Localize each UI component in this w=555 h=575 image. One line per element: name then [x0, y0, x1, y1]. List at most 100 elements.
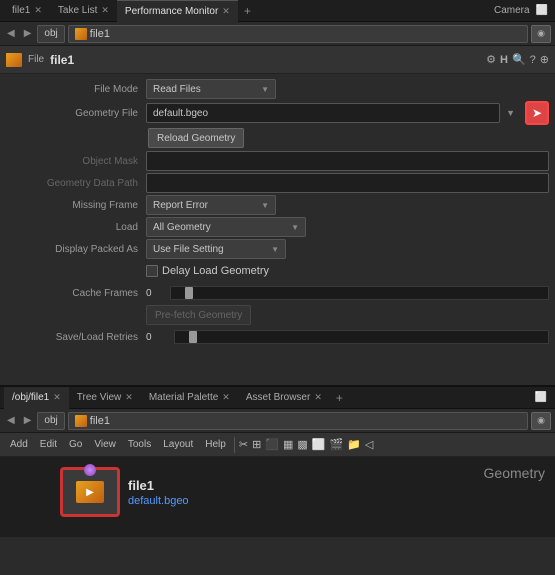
save-load-retries-slider[interactable] [174, 330, 549, 344]
file-mode-dropdown-arrow: ▼ [261, 85, 269, 94]
bottom-nav-obj-button[interactable]: obj [37, 412, 64, 430]
delay-load-control: Delay Load Geometry [146, 265, 549, 277]
geometry-file-dropdown-arrow[interactable]: ▼ [504, 108, 517, 118]
save-load-retries-value: 0 [146, 332, 166, 343]
toolbar-view2-icon[interactable]: ⬛ [265, 438, 279, 451]
add-bottom-tab-button[interactable]: + [330, 391, 349, 405]
toolbar-folder-icon[interactable]: 📁 [347, 438, 361, 451]
file-mode-label: File Mode [6, 84, 146, 95]
cache-frames-thumb [185, 287, 193, 299]
object-mask-label: Object Mask [6, 156, 146, 167]
display-packed-as-control: Use File Setting ▼ [146, 239, 549, 259]
tab-file1[interactable]: file1 ✕ [4, 0, 50, 22]
save-load-retries-row: Save/Load Retries 0 [0, 326, 555, 348]
display-packed-as-row: Display Packed As Use File Setting ▼ [0, 238, 555, 260]
header-file-icon [6, 53, 22, 67]
prefetch-control: Pre-fetch Geometry [146, 305, 549, 325]
toolbar-view[interactable]: View [90, 438, 120, 451]
toolbar-view5-icon[interactable]: ⬜ [312, 438, 326, 451]
nav-pin-button[interactable]: ◉ [531, 25, 551, 43]
question-icon[interactable]: ? [530, 54, 536, 66]
node-info: file1 default.bgeo [128, 478, 189, 507]
gear-icon[interactable]: ⚙ [486, 53, 496, 66]
bottom-nav-back[interactable]: ◀ [4, 414, 18, 427]
nav-right-icons: ◉ [531, 25, 551, 43]
bottom-nav-bar: ◀ ▶ obj file1 ◉ [0, 409, 555, 433]
bottom-toolbar: Add Edit Go View Tools Layout Help ✂ ⊞ ⬛… [0, 433, 555, 457]
bottom-nav-pin[interactable]: ◉ [531, 412, 551, 430]
plus-circle-icon[interactable]: ⊕ [540, 53, 549, 66]
cache-frames-control: 0 [146, 286, 549, 300]
display-packed-as-label: Display Packed As [6, 244, 146, 255]
load-control: All Geometry ▼ [146, 217, 549, 237]
header-icons: ⚙ H 🔍 ? ⊕ [486, 53, 549, 66]
geometry-data-path-input[interactable] [146, 173, 549, 193]
save-load-retries-control: 0 [146, 330, 549, 344]
toolbar-more-icon[interactable]: ◁ [365, 438, 373, 451]
tab-take-list[interactable]: Take List ✕ [50, 0, 117, 22]
top-tab-bar: file1 ✕ Take List ✕ Performance Monitor … [0, 0, 555, 22]
bottom-tabs-layout-icon[interactable]: ⬜ [531, 392, 551, 403]
tab-close-file1[interactable]: ✕ [34, 5, 42, 16]
tab-close-take-list[interactable]: ✕ [101, 5, 109, 16]
toolbar-snap-icon[interactable]: ✂ [239, 438, 248, 451]
delay-load-checkbox[interactable] [146, 265, 158, 277]
geometry-file-input[interactable]: default.bgeo [146, 103, 500, 123]
geometry-file-label: Geometry File [6, 108, 146, 119]
toolbar-help[interactable]: Help [201, 438, 230, 451]
save-load-retries-thumb [189, 331, 197, 343]
search-icon[interactable]: 🔍 [512, 53, 526, 66]
toolbar-view4-icon[interactable]: ▩ [297, 438, 307, 451]
tab-obj-file1[interactable]: /obj/file1 ✕ [4, 387, 69, 409]
tab-performance-monitor[interactable]: Performance Monitor ✕ [117, 0, 238, 22]
bottom-nav-forward[interactable]: ▶ [21, 414, 35, 427]
toolbar-layout[interactable]: Layout [159, 438, 197, 451]
header-bar: File file1 ⚙ H 🔍 ? ⊕ [0, 46, 555, 74]
toolbar-render-icon[interactable]: 🎬 [330, 438, 344, 451]
header-title: file1 [50, 53, 74, 67]
display-packed-as-dropdown[interactable]: Use File Setting ▼ [146, 239, 286, 259]
layout-icon[interactable]: ⬜ [533, 4, 551, 17]
tab-material-palette[interactable]: Material Palette ✕ [141, 387, 238, 409]
file-mode-dropdown[interactable]: Read Files ▼ [146, 79, 276, 99]
object-mask-input[interactable] [146, 151, 549, 171]
toolbar-add[interactable]: Add [6, 438, 32, 451]
file-mode-row: File Mode Read Files ▼ [0, 78, 555, 100]
missing-frame-label: Missing Frame [6, 200, 146, 211]
file-node-icon [75, 28, 87, 40]
bottom-tab1-close[interactable]: ✕ [125, 392, 133, 403]
jump-to-node-button[interactable]: ➤ [525, 101, 549, 125]
bottom-tab3-close[interactable]: ✕ [314, 392, 322, 403]
toolbar-go[interactable]: Go [65, 438, 86, 451]
reload-geometry-button[interactable]: Reload Geometry [148, 128, 244, 148]
nav-forward-button[interactable]: ▶ [21, 27, 35, 40]
tab-tree-view[interactable]: Tree View ✕ [69, 387, 141, 409]
cache-frames-slider[interactable] [170, 286, 549, 300]
node-icon-container[interactable]: ▶ [60, 467, 120, 517]
geometry-label: Geometry [474, 457, 555, 489]
geometry-data-path-label: Geometry Data Path [6, 178, 146, 189]
cache-frames-label: Cache Frames [6, 288, 146, 299]
bottom-tab0-close[interactable]: ✕ [53, 392, 61, 403]
nav-file1-button[interactable]: file1 [68, 25, 528, 43]
tab-asset-browser[interactable]: Asset Browser ✕ [238, 387, 330, 409]
load-dropdown[interactable]: All Geometry ▼ [146, 217, 306, 237]
missing-frame-dropdown[interactable]: Report Error ▼ [146, 195, 276, 215]
nav-back-button[interactable]: ◀ [4, 27, 18, 40]
prefetch-row: Pre-fetch Geometry [0, 304, 555, 326]
toolbar-edit[interactable]: Edit [36, 438, 61, 451]
nav-bar: ◀ ▶ obj file1 ◉ [0, 22, 555, 46]
toolbar-view3-icon[interactable]: ▦ [283, 438, 293, 451]
bottom-panel: /obj/file1 ✕ Tree View ✕ Material Palett… [0, 385, 555, 575]
toolbar-grid-icon[interactable]: ⊞ [252, 438, 261, 451]
add-tab-button[interactable]: + [238, 4, 257, 18]
bottom-tab2-close[interactable]: ✕ [222, 392, 230, 403]
toolbar-tools[interactable]: Tools [124, 438, 155, 451]
help-h-icon[interactable]: H [500, 54, 508, 66]
node-file-label: default.bgeo [128, 495, 189, 507]
reload-geometry-row: Reload Geometry [0, 126, 555, 150]
file-mode-control: Read Files ▼ [146, 79, 549, 99]
tab-close-perf[interactable]: ✕ [222, 6, 230, 17]
bottom-nav-file1-button[interactable]: file1 [68, 412, 528, 430]
nav-obj-button[interactable]: obj [37, 25, 64, 43]
